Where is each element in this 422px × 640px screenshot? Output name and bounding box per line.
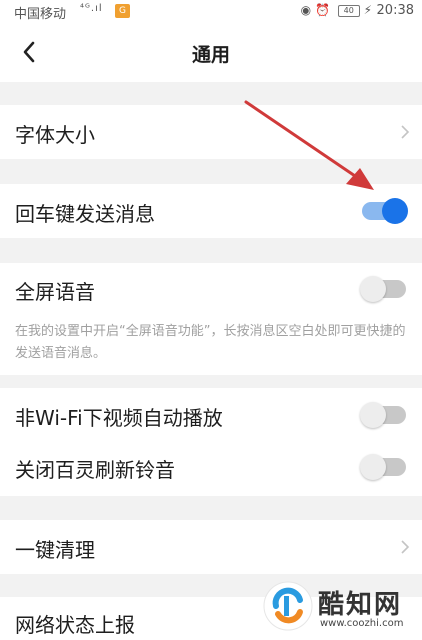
toggle-knob <box>382 198 408 224</box>
watermark-url: www.coozhi.com <box>320 618 404 629</box>
fullscreen-voice-row: 全屏语音 <box>0 263 422 315</box>
network-report-label: 网络状态上报 <box>15 613 135 637</box>
enter-send-row: 回车键发送消息 <box>0 184 422 238</box>
status-bar: 中国移动 ⁴ᴳ.ıl G ◉ ⏰ 40 ⚡ 20:38 <box>0 0 422 22</box>
close-ringtone-row: 关闭百灵刷新铃音 <box>0 442 422 496</box>
non-wifi-autoplay-toggle[interactable] <box>360 402 406 428</box>
chevron-right-icon <box>401 540 410 554</box>
coozhi-logo-icon <box>263 581 313 631</box>
one-key-clean-label: 一键清理 <box>15 538 95 562</box>
eye-icon: ◉ <box>300 3 312 17</box>
charging-icon: ⚡ <box>363 3 372 17</box>
fullscreen-voice-label: 全屏语音 <box>15 280 95 304</box>
watermark: 酷知网 www.coozhi.com <box>262 580 422 640</box>
alarm-icon: ⏰ <box>314 3 330 17</box>
toggle-knob <box>360 402 386 428</box>
fullscreen-voice-hint: 在我的设置中开启“全屏语音功能”，长按消息区空白处即可更快捷的发送语音消息。 <box>0 315 422 375</box>
font-size-label: 字体大小 <box>15 123 95 147</box>
toggle-knob <box>360 276 386 302</box>
app-notification-icon: G <box>115 4 130 18</box>
font-size-row[interactable]: 字体大小 <box>0 105 422 159</box>
hint-text: 在我的设置中开启“全屏语音功能”，长按消息区空白处即可更快捷的发送语音消息。 <box>15 324 406 361</box>
close-ringtone-label: 关闭百灵刷新铃音 <box>15 458 175 482</box>
one-key-clean-row[interactable]: 一键清理 <box>0 520 422 574</box>
watermark-brand: 酷知网 <box>318 590 403 620</box>
signal-icon: ⁴ᴳ.ıl <box>80 3 103 14</box>
status-time: 20:38 <box>376 3 414 18</box>
close-ringtone-toggle[interactable] <box>360 454 406 480</box>
fullscreen-voice-toggle[interactable] <box>360 276 406 302</box>
chevron-right-icon <box>401 125 410 139</box>
header: 通用 <box>0 22 422 82</box>
battery-icon: 40 <box>337 4 360 17</box>
enter-send-label: 回车键发送消息 <box>15 202 155 226</box>
non-wifi-autoplay-row: 非Wi-Fi下视频自动播放 <box>0 388 422 442</box>
page-title: 通用 <box>191 44 230 66</box>
toggle-knob <box>360 454 386 480</box>
carrier-label: 中国移动 <box>14 7 67 22</box>
enter-send-toggle[interactable] <box>362 198 408 224</box>
status-icons: ◉ ⏰ 40 ⚡ <box>301 3 372 17</box>
non-wifi-autoplay-label: 非Wi-Fi下视频自动播放 <box>15 406 223 430</box>
